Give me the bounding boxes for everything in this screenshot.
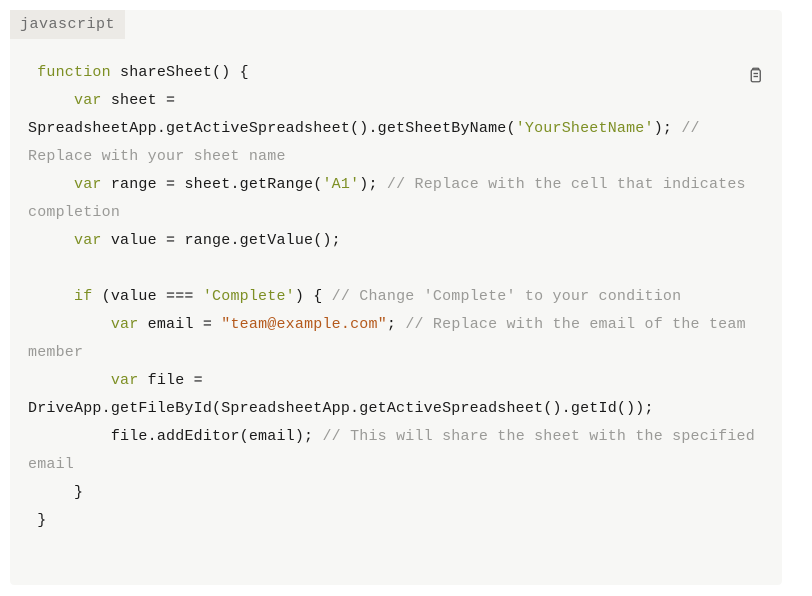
code-text: file.addEditor(email);: [28, 428, 322, 445]
keyword: var: [28, 316, 138, 333]
code-text: (value ===: [92, 288, 202, 305]
keyword: if: [28, 288, 92, 305]
language-tag: javascript: [10, 10, 125, 39]
keyword: var: [28, 232, 102, 249]
copy-button[interactable]: [746, 65, 764, 85]
string-literal: "team@example.com": [221, 316, 387, 333]
code-text: );: [654, 120, 682, 137]
code-text: ;: [387, 316, 405, 333]
comment: // Change 'Complete' to your condition: [332, 288, 682, 305]
code-text: shareSheet() {: [111, 64, 249, 81]
code-text: sheet = SpreadsheetApp.getActiveSpreadsh…: [28, 92, 516, 137]
keyword: var: [28, 92, 102, 109]
string-literal: 'A1': [322, 176, 359, 193]
code-text: value = range.getValue();: [102, 232, 341, 249]
string-literal: 'YourSheetName': [516, 120, 654, 137]
code-text: range = sheet.getRange(: [102, 176, 323, 193]
keyword: function: [28, 64, 111, 81]
code-content: function shareSheet() { var sheet = Spre…: [10, 39, 782, 535]
code-block: javascript function shareSheet() { var s…: [10, 10, 782, 585]
keyword: var: [28, 372, 138, 389]
code-text: }: [28, 512, 46, 529]
keyword: var: [28, 176, 102, 193]
code-text: ) {: [295, 288, 332, 305]
clipboard-icon: [746, 65, 764, 85]
code-text: );: [359, 176, 387, 193]
code-text: }: [28, 484, 83, 501]
code-text: email =: [138, 316, 221, 333]
string-literal: 'Complete': [203, 288, 295, 305]
